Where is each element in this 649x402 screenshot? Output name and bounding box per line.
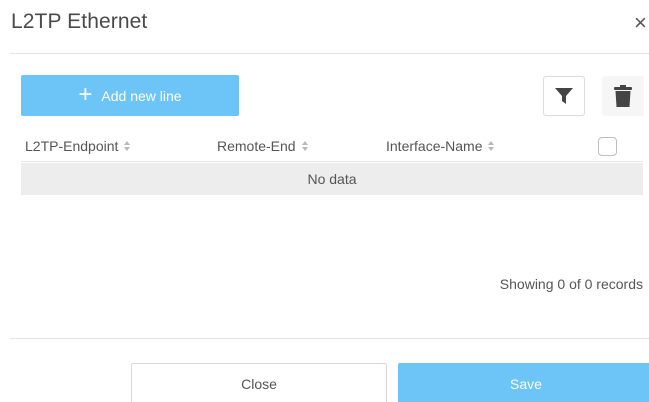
trash-icon [614, 85, 632, 107]
empty-table-row: No data [21, 163, 643, 195]
save-button[interactable]: Save [398, 363, 649, 402]
plus-icon: + [78, 80, 93, 108]
column-header-interface-name[interactable]: Interface-Name [386, 138, 495, 154]
footer-divider [10, 338, 649, 339]
sort-icon [488, 141, 495, 151]
column-header-l2tp-endpoint[interactable]: L2TP-Endpoint [25, 138, 131, 154]
column-label: Remote-End [217, 138, 296, 154]
close-button[interactable]: Close [131, 363, 387, 402]
table-header: L2TP-Endpoint Remote-End Interface-Name [21, 132, 643, 162]
close-icon[interactable]: × [634, 10, 647, 36]
column-header-remote-end[interactable]: Remote-End [217, 138, 309, 154]
records-count: Showing 0 of 0 records [499, 276, 643, 292]
sort-icon [301, 141, 309, 151]
sort-icon [124, 141, 131, 151]
dialog-title: L2TP Ethernet [11, 10, 148, 33]
delete-button[interactable] [602, 76, 644, 116]
header-divider [10, 53, 649, 54]
column-label: Interface-Name [386, 138, 483, 154]
filter-button[interactable] [543, 76, 585, 116]
column-label: L2TP-Endpoint [25, 138, 119, 154]
add-new-line-label: Add new line [101, 87, 182, 104]
filter-icon [555, 87, 573, 104]
select-all-checkbox[interactable] [598, 137, 617, 156]
l2tp-ethernet-dialog: L2TP Ethernet × + Add new line L2TP-Endp… [0, 0, 649, 402]
add-new-line-button[interactable]: + Add new line [21, 75, 239, 116]
